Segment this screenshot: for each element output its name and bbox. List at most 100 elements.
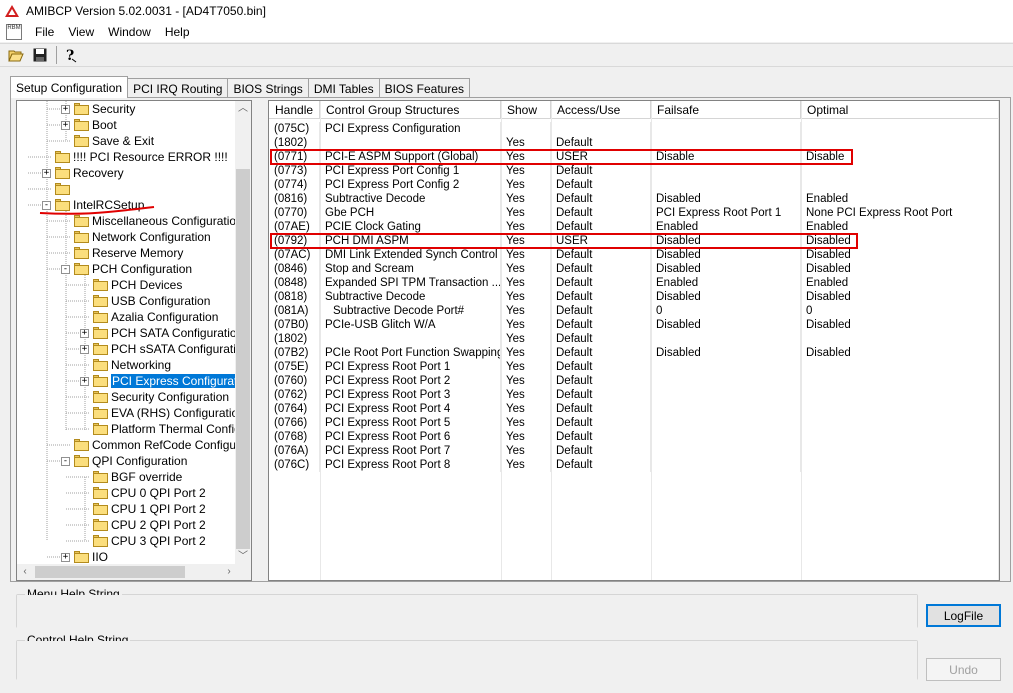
menu-help[interactable]: Help: [158, 25, 197, 39]
tree-node[interactable]: + PCH sSATA Configuration: [80, 341, 237, 357]
tree-node[interactable]: !!!! PCI Resource ERROR !!!!: [42, 149, 228, 165]
tree-node[interactable]: BGF override: [80, 469, 182, 485]
cell-failsafe: Disabled: [651, 262, 801, 276]
table-row[interactable]: (075C) PCI Express Configuration: [269, 122, 999, 136]
expand-icon[interactable]: +: [80, 344, 89, 354]
tree-node[interactable]: + Boot: [61, 117, 117, 133]
menu-view[interactable]: View: [61, 25, 101, 39]
tree-hscroll-thumb[interactable]: [35, 566, 185, 578]
menu-file[interactable]: File: [28, 25, 61, 39]
table-row[interactable]: (0768) PCI Express Root Port 6 Yes Default: [269, 430, 999, 444]
table-row[interactable]: (07B0) PCIe-USB Glitch W/A Yes Default Disab…: [269, 318, 999, 332]
tab-setup-configuration[interactable]: Setup Configuration: [10, 76, 129, 98]
expand-icon[interactable]: +: [61, 552, 70, 562]
tree-vscroll-thumb[interactable]: [236, 169, 250, 549]
tree-vertical-scrollbar[interactable]: ︿ ﹀: [235, 101, 251, 565]
table-row[interactable]: (081A) Subtractive Decode Port# Yes Default…: [269, 304, 999, 318]
tree-node[interactable]: Miscellaneous Configuration: [61, 213, 237, 229]
column-header-control-group[interactable]: Control Group Structures: [320, 101, 501, 119]
table-row[interactable]: (076A) PCI Express Root Port 7 Yes Default: [269, 444, 999, 458]
table-row[interactable]: (1802) Yes Default: [269, 332, 999, 346]
cell-optimal: [801, 430, 998, 444]
tree-node[interactable]: - QPI Configuration: [61, 453, 187, 469]
column-header-failsafe[interactable]: Failsafe: [651, 101, 801, 119]
scroll-down-icon[interactable]: ﹀: [235, 549, 251, 565]
expand-icon[interactable]: +: [42, 168, 51, 178]
cell-optimal: Enabled: [806, 221, 849, 233]
logfile-button[interactable]: LogFile: [926, 604, 1001, 627]
setup-tree[interactable]: + Security + Boot Save & Exit !!!! PCI Resour…: [16, 100, 252, 581]
expand-icon[interactable]: +: [61, 104, 70, 114]
cell-access-use: Default: [551, 220, 651, 234]
expand-icon[interactable]: +: [80, 328, 89, 338]
tree-node[interactable]: + Security: [61, 101, 135, 117]
undo-button[interactable]: Undo: [926, 658, 1001, 681]
table-row[interactable]: (0770) Gbe PCH Yes Default PCI Express Root …: [269, 206, 999, 220]
tree-node[interactable]: CPU 0 QPI Port 2: [80, 485, 206, 501]
tree-node[interactable]: CPU 3 QPI Port 2: [80, 533, 206, 549]
table-row[interactable]: (07AC) DMI Link Extended Synch Control Yes…: [269, 248, 999, 262]
tree-node[interactable]: PCH Devices: [80, 277, 182, 293]
scroll-up-icon[interactable]: ︿: [235, 101, 251, 117]
expand-icon[interactable]: +: [80, 376, 89, 386]
help-button[interactable]: ?: [61, 45, 81, 65]
table-row[interactable]: (0816) Subtractive Decode Yes Default Disabl…: [269, 192, 999, 206]
tree-node[interactable]: Common RefCode Configuration: [61, 437, 237, 453]
tree-node[interactable]: [42, 181, 73, 197]
table-row[interactable]: (0774) PCI Express Port Config 2 Yes Defaul…: [269, 178, 999, 192]
table-row[interactable]: (07B2) PCIe Root Port Function Swapping Ye…: [269, 346, 999, 360]
tab-dmi-tables[interactable]: DMI Tables: [307, 78, 380, 98]
collapse-icon[interactable]: -: [61, 456, 70, 466]
tree-node[interactable]: CPU 1 QPI Port 2: [80, 501, 206, 517]
document-icon[interactable]: RBM: [6, 24, 22, 40]
tab-pci-irq-routing[interactable]: PCI IRQ Routing: [127, 78, 229, 98]
tree-node[interactable]: Reserve Memory: [61, 245, 183, 261]
tree-node[interactable]: Azalia Configuration: [80, 309, 218, 325]
tree-node[interactable]: Networking: [80, 357, 171, 373]
table-row[interactable]: (0760) PCI Express Root Port 2 Yes Default: [269, 374, 999, 388]
folder-icon: [93, 359, 108, 371]
tree-node[interactable]: - IntelRCSetup: [42, 197, 144, 213]
tree-node[interactable]: Platform Thermal Configuration: [80, 421, 237, 437]
table-row[interactable]: (1802) Yes Default: [269, 136, 999, 150]
expand-icon[interactable]: +: [61, 120, 70, 130]
control-grid[interactable]: Handle Control Group Structures Show Acc…: [268, 100, 1000, 581]
tab-bios-features[interactable]: BIOS Features: [378, 78, 470, 98]
table-row[interactable]: (0762) PCI Express Root Port 3 Yes Default: [269, 388, 999, 402]
tree-node[interactable]: + Recovery: [42, 165, 124, 181]
column-header-access-use[interactable]: Access/Use: [551, 101, 651, 119]
collapse-icon[interactable]: -: [42, 200, 51, 210]
tree-node[interactable]: Network Configuration: [61, 229, 211, 245]
collapse-icon[interactable]: -: [61, 264, 70, 274]
tab-bios-strings[interactable]: BIOS Strings: [227, 78, 309, 98]
tree-horizontal-scrollbar[interactable]: ‹ ›: [17, 564, 237, 580]
tree-node[interactable]: USB Configuration: [80, 293, 210, 309]
table-row[interactable]: (075E) PCI Express Root Port 1 Yes Default: [269, 360, 999, 374]
tree-node[interactable]: EVA (RHS) Configuration: [80, 405, 237, 421]
save-button[interactable]: [30, 45, 50, 65]
table-row[interactable]: (0846) Stop and Scream Yes Default Disabled D…: [269, 262, 999, 276]
column-header-show[interactable]: Show: [501, 101, 551, 119]
tree-node[interactable]: + IIO: [61, 549, 108, 565]
menu-window[interactable]: Window: [101, 25, 158, 39]
scroll-left-icon[interactable]: ‹: [17, 564, 33, 580]
folder-icon: [93, 503, 108, 515]
table-row[interactable]: (0766) PCI Express Root Port 5 Yes Default: [269, 416, 999, 430]
table-row[interactable]: (076C) PCI Express Root Port 8 Yes Default: [269, 458, 999, 472]
tree-node[interactable]: Security Configuration: [80, 389, 229, 405]
column-header-optimal[interactable]: Optimal: [801, 101, 998, 119]
table-row[interactable]: (0848) Expanded SPI TPM Transaction ... Ye…: [269, 276, 999, 290]
tree-node[interactable]: - PCH Configuration: [61, 261, 192, 277]
tree-node[interactable]: + PCI Express Configuration: [80, 373, 237, 389]
column-header-handle[interactable]: Handle: [269, 101, 320, 119]
cell-show: Yes: [501, 220, 551, 234]
tree-node[interactable]: Save & Exit: [61, 133, 154, 149]
folder-icon: [74, 215, 89, 227]
tree-node[interactable]: + PCH SATA Configuration: [80, 325, 237, 341]
table-row[interactable]: (0773) PCI Express Port Config 1 Yes Defaul…: [269, 164, 999, 178]
tree-node[interactable]: CPU 2 QPI Port 2: [80, 517, 206, 533]
table-row[interactable]: (07AE) PCIE Clock Gating Yes Default Enabled…: [269, 220, 999, 234]
table-row[interactable]: (0818) Subtractive Decode Yes Default Disabl…: [269, 290, 999, 304]
open-button[interactable]: [6, 45, 26, 65]
table-row[interactable]: (0764) PCI Express Root Port 4 Yes Default: [269, 402, 999, 416]
